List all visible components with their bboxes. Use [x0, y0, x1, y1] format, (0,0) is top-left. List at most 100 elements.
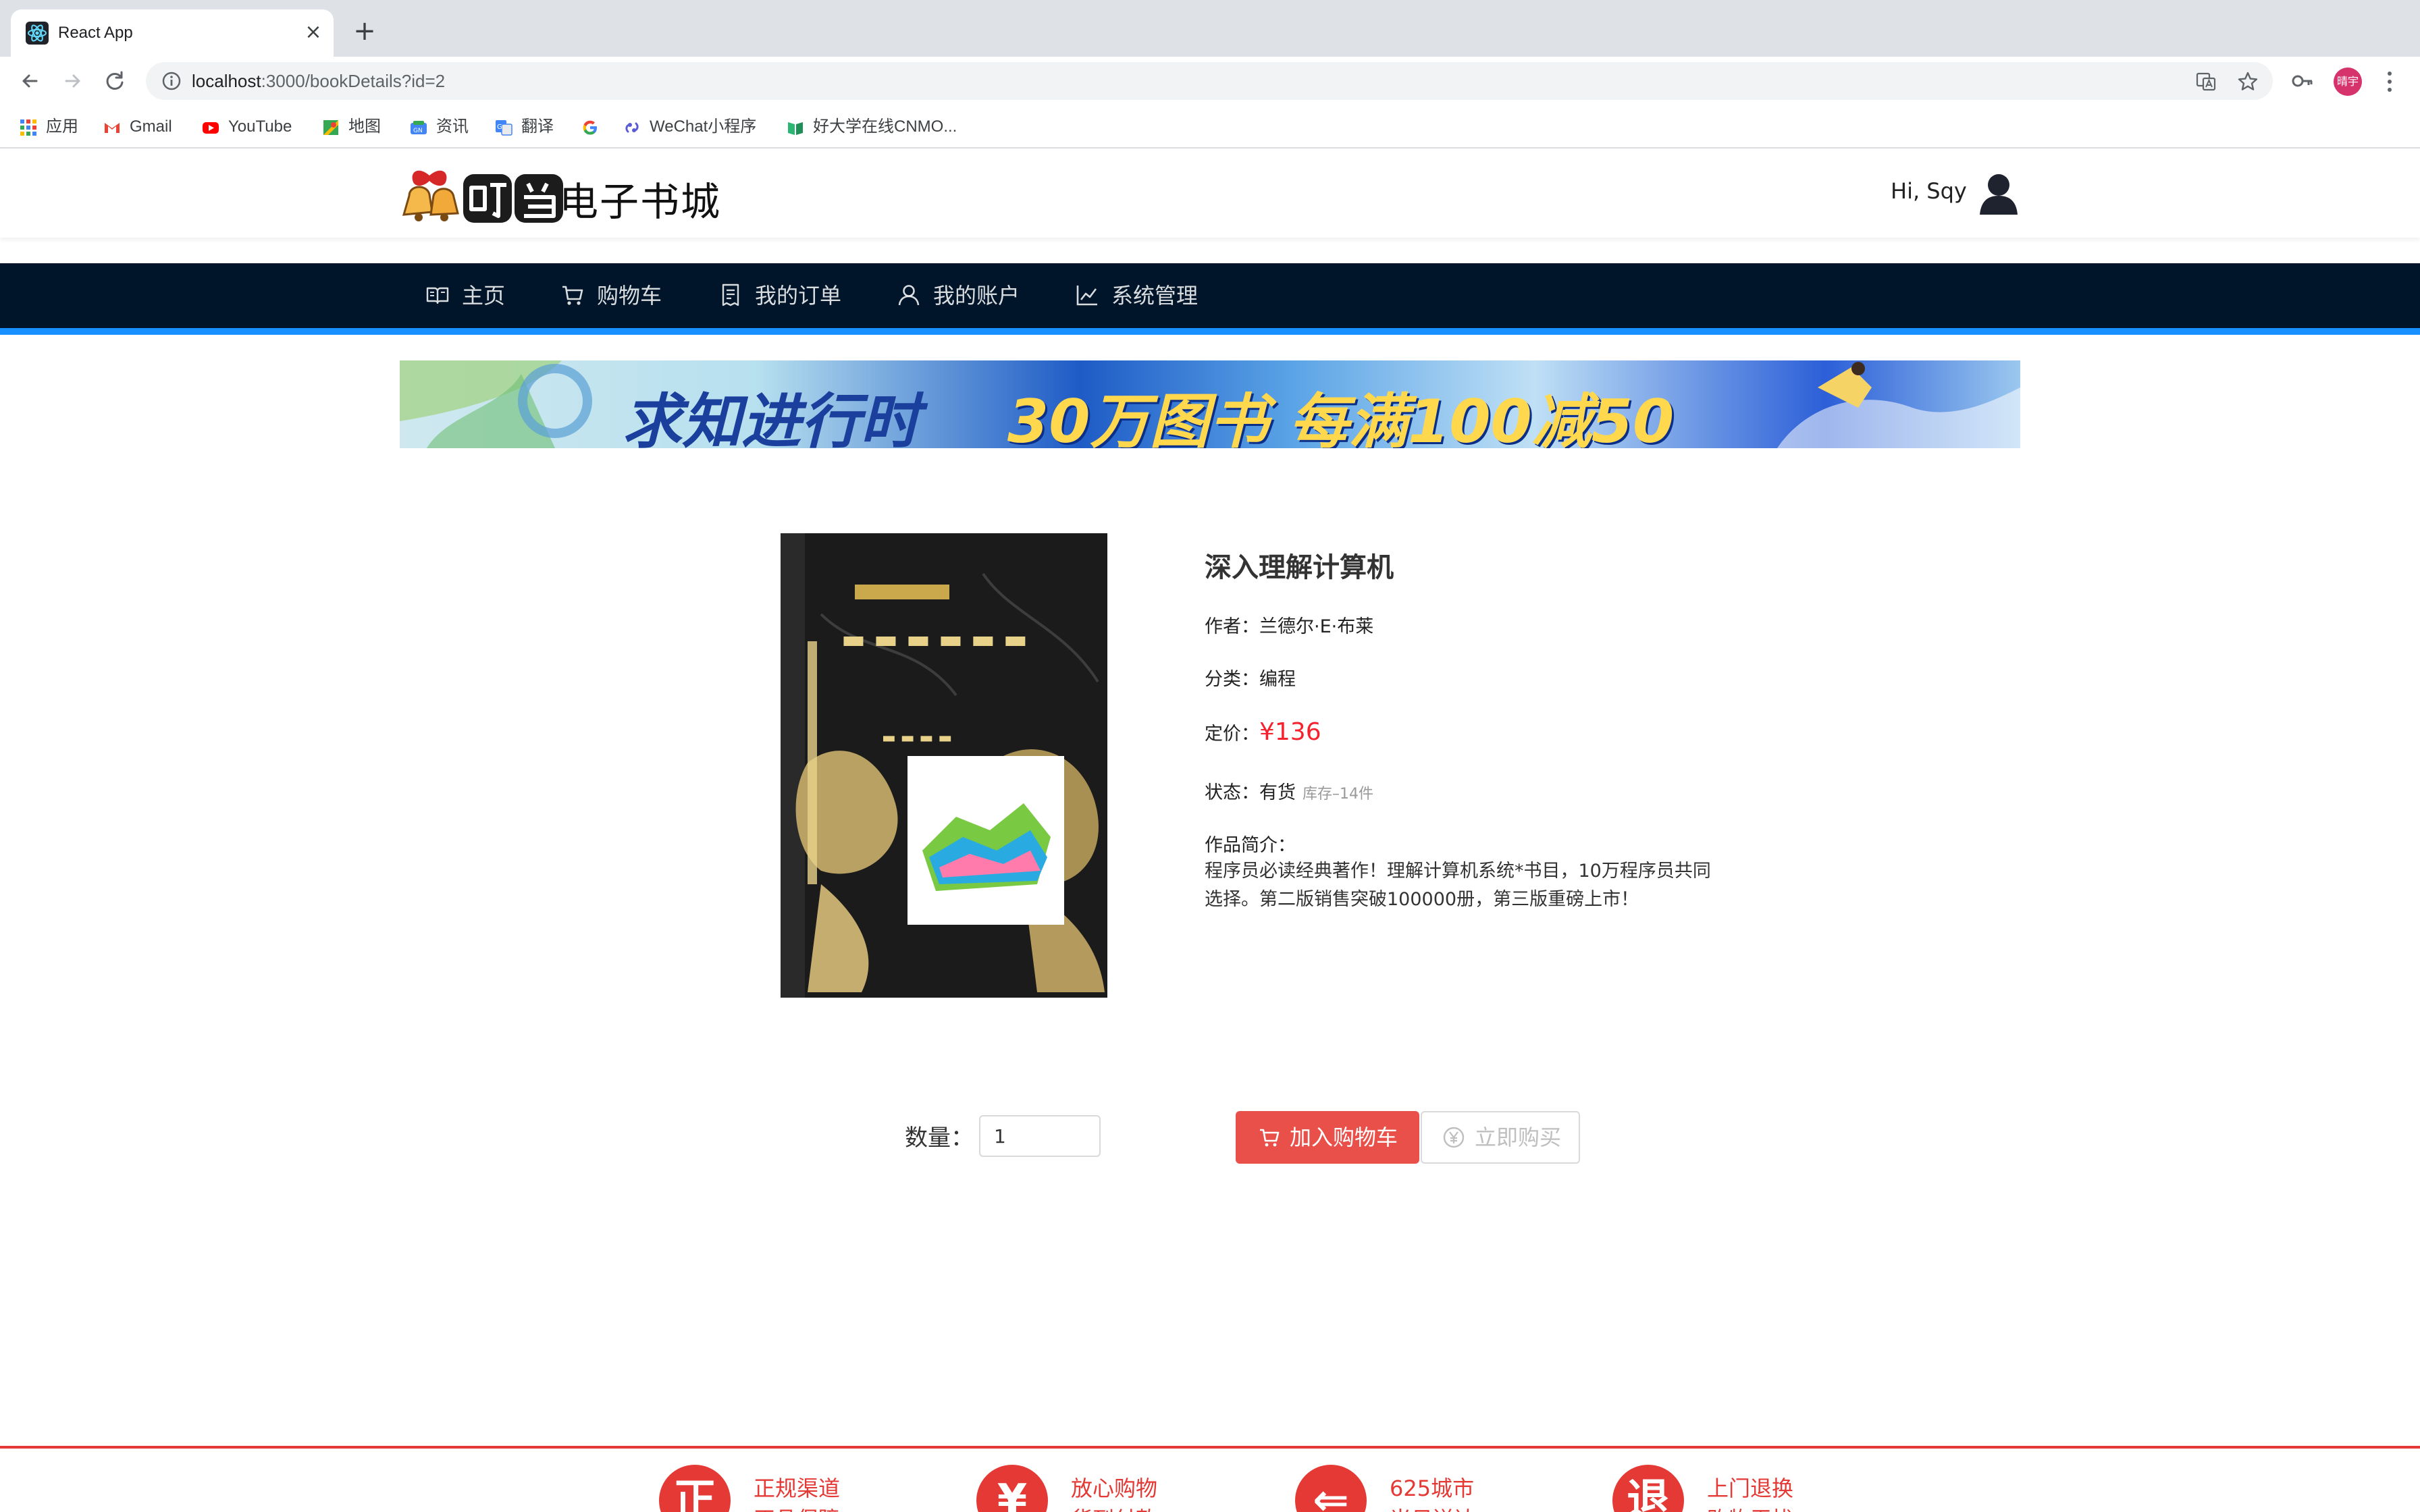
footer-divider — [0, 1446, 2420, 1449]
bookmarks-bar: 应用 Gmail YouTube 地图 GN 资讯 G 翻译 WeChat小程序… — [0, 105, 2420, 148]
user-greeting: Hi, Sqy — [1891, 178, 1967, 204]
status-row: 状态：有货 库存–14件 — [1205, 778, 1373, 804]
feature-subtitle: 当日送达 — [1390, 1503, 1476, 1512]
back-arrow-icon[interactable] — [16, 68, 43, 94]
book-open-icon — [426, 287, 449, 304]
book-title: 深入理解计算机 — [1205, 552, 1394, 583]
bookmark-cnmooc[interactable]: 好大学在线CNMO... — [786, 115, 957, 139]
nav-label: 我的订单 — [755, 283, 842, 308]
nav-label: 系统管理 — [1111, 283, 1199, 308]
bookmark-google[interactable] — [581, 115, 608, 139]
buy-now-button[interactable]: 立即购买 — [1421, 1111, 1580, 1164]
bookmark-translate[interactable]: G 翻译 — [494, 115, 554, 139]
yen-circle-icon — [1443, 1127, 1465, 1148]
book-icon — [788, 122, 803, 135]
bookmark-label: 地图 — [348, 117, 381, 136]
forward-arrow-icon[interactable] — [59, 68, 86, 94]
browser-tab-bar: React App × + — [0, 0, 2420, 57]
menu-kebab-icon[interactable] — [2379, 68, 2400, 96]
nav-item-home[interactable]: 主页 — [425, 263, 505, 328]
bookmark-label: 应用 — [46, 117, 78, 136]
promo-banner[interactable]: 求知进行时 30万图书 每满100减50 — [400, 360, 2020, 448]
wechat-link-icon — [625, 122, 639, 133]
nav-label: 主页 — [462, 283, 506, 308]
bookmark-label: WeChat小程序 — [650, 117, 757, 136]
nav-label: 购物车 — [597, 283, 662, 308]
feature-subtitle: 正品保障 — [754, 1503, 840, 1512]
url-path: :3000/bookDetails?id=2 — [261, 71, 446, 91]
news-icon: GN — [411, 120, 427, 134]
close-tab-icon[interactable]: × — [301, 20, 325, 45]
gmail-icon — [105, 122, 120, 133]
category-label: 分类： — [1205, 669, 1259, 690]
user-avatar-icon[interactable] — [1977, 170, 2020, 217]
url-host: localhost — [192, 71, 261, 91]
cart-icon — [562, 286, 583, 305]
nav-item-admin[interactable]: 系统管理 — [1075, 263, 1198, 328]
author-value: 兰德尔·E·布莱 — [1259, 616, 1374, 637]
logo-text: 电子书城 — [559, 179, 722, 225]
user-icon — [898, 285, 920, 306]
translate-page-icon[interactable] — [2194, 70, 2217, 93]
nav-item-cart[interactable]: 购物车 — [560, 263, 662, 328]
bookmark-wechat[interactable]: WeChat小程序 — [623, 115, 756, 139]
genuine-icon: 正 — [659, 1465, 731, 1512]
bookmark-youtube[interactable]: YouTube — [201, 115, 292, 139]
price-label: 定价： — [1205, 724, 1259, 745]
buy-now-label: 立即购买 — [1475, 1125, 1562, 1150]
info-icon[interactable] — [161, 70, 182, 92]
delivery-truck-icon: ⇐ — [1295, 1465, 1367, 1512]
feature-title: 625城市 — [1390, 1476, 1475, 1501]
intro-label: 作品简介： — [1205, 835, 1296, 856]
yen-icon: ¥ — [976, 1465, 1048, 1512]
chart-line-icon — [1076, 286, 1097, 306]
nav-item-account[interactable]: 我的账户 — [897, 263, 1020, 328]
bookmark-news[interactable]: GN 资讯 — [409, 115, 469, 139]
site-header: 电子书城 Hi, Sqy — [0, 150, 2420, 238]
feature-subtitle: 购物无忧 — [1707, 1503, 1793, 1512]
nav-label: 我的账户 — [933, 283, 1020, 308]
add-to-cart-button[interactable]: 加入购物车 — [1236, 1111, 1419, 1164]
reload-icon[interactable] — [101, 68, 128, 94]
profile-avatar[interactable]: 晴宇 — [2334, 68, 2362, 96]
bookmark-star-icon[interactable] — [2236, 70, 2259, 93]
price-row: 定价：¥136 — [1205, 718, 1321, 746]
bookmark-maps[interactable]: 地图 — [321, 115, 381, 139]
book-cover-image[interactable]: ▬ ▬ ▬ ▬ ▬ ▬ ▬ ▬ ▬ ▬ — [781, 533, 1107, 998]
url-text[interactable]: localhost:3000/bookDetails?id=2 — [192, 69, 445, 93]
quantity-input[interactable] — [979, 1115, 1101, 1157]
svg-text:G: G — [497, 124, 502, 131]
address-bar[interactable]: localhost:3000/bookDetails?id=2 — [146, 62, 2273, 100]
quantity-label: 数量： — [905, 1125, 974, 1152]
bookmark-label: 资讯 — [436, 117, 469, 136]
nav-accent-bar — [0, 328, 2420, 335]
page: React App × + localhost:3000/bookDetails… — [0, 0, 2420, 1512]
add-to-cart-label: 加入购物车 — [1290, 1125, 1398, 1150]
banner-text-left: 求知进行时 — [623, 387, 920, 448]
maps-icon — [323, 119, 338, 135]
feature-title: 放心购物 — [1071, 1476, 1158, 1501]
author-label: 作者： — [1205, 616, 1259, 637]
youtube-icon — [203, 122, 219, 134]
new-tab-button[interactable]: + — [351, 18, 378, 45]
feature-title: 上门退换 — [1707, 1476, 1794, 1501]
key-icon[interactable] — [2290, 69, 2315, 93]
bookmark-label: Gmail — [130, 117, 172, 136]
react-icon — [26, 22, 49, 45]
feature-subtitle: 货到付款 — [1071, 1503, 1157, 1512]
book-description: 程序员必读经典著作！理解计算机系统*书目，10万程序员共同选择。第二版销售突破1… — [1205, 861, 1711, 910]
nav-item-orders[interactable]: 我的订单 — [718, 263, 841, 328]
return-icon: 退 — [1612, 1465, 1684, 1512]
bookmark-label: 翻译 — [521, 117, 554, 136]
order-icon — [722, 284, 739, 306]
stock-count: 库存–14件 — [1303, 786, 1373, 803]
svg-text:▬ ▬ ▬ ▬ ▬ ▬: ▬ ▬ ▬ ▬ ▬ ▬ — [841, 624, 1028, 654]
category-row: 分类：编程 — [1205, 664, 1296, 691]
translate-icon: G — [496, 119, 512, 136]
bookmark-gmail[interactable]: Gmail — [103, 115, 172, 139]
bookmark-apps[interactable]: 应用 — [19, 115, 78, 139]
status-value: 有货 — [1259, 782, 1296, 803]
browser-toolbar: localhost:3000/bookDetails?id=2 — [0, 57, 2420, 105]
category-value: 编程 — [1259, 669, 1296, 690]
browser-tab[interactable]: React App × — [11, 9, 334, 57]
